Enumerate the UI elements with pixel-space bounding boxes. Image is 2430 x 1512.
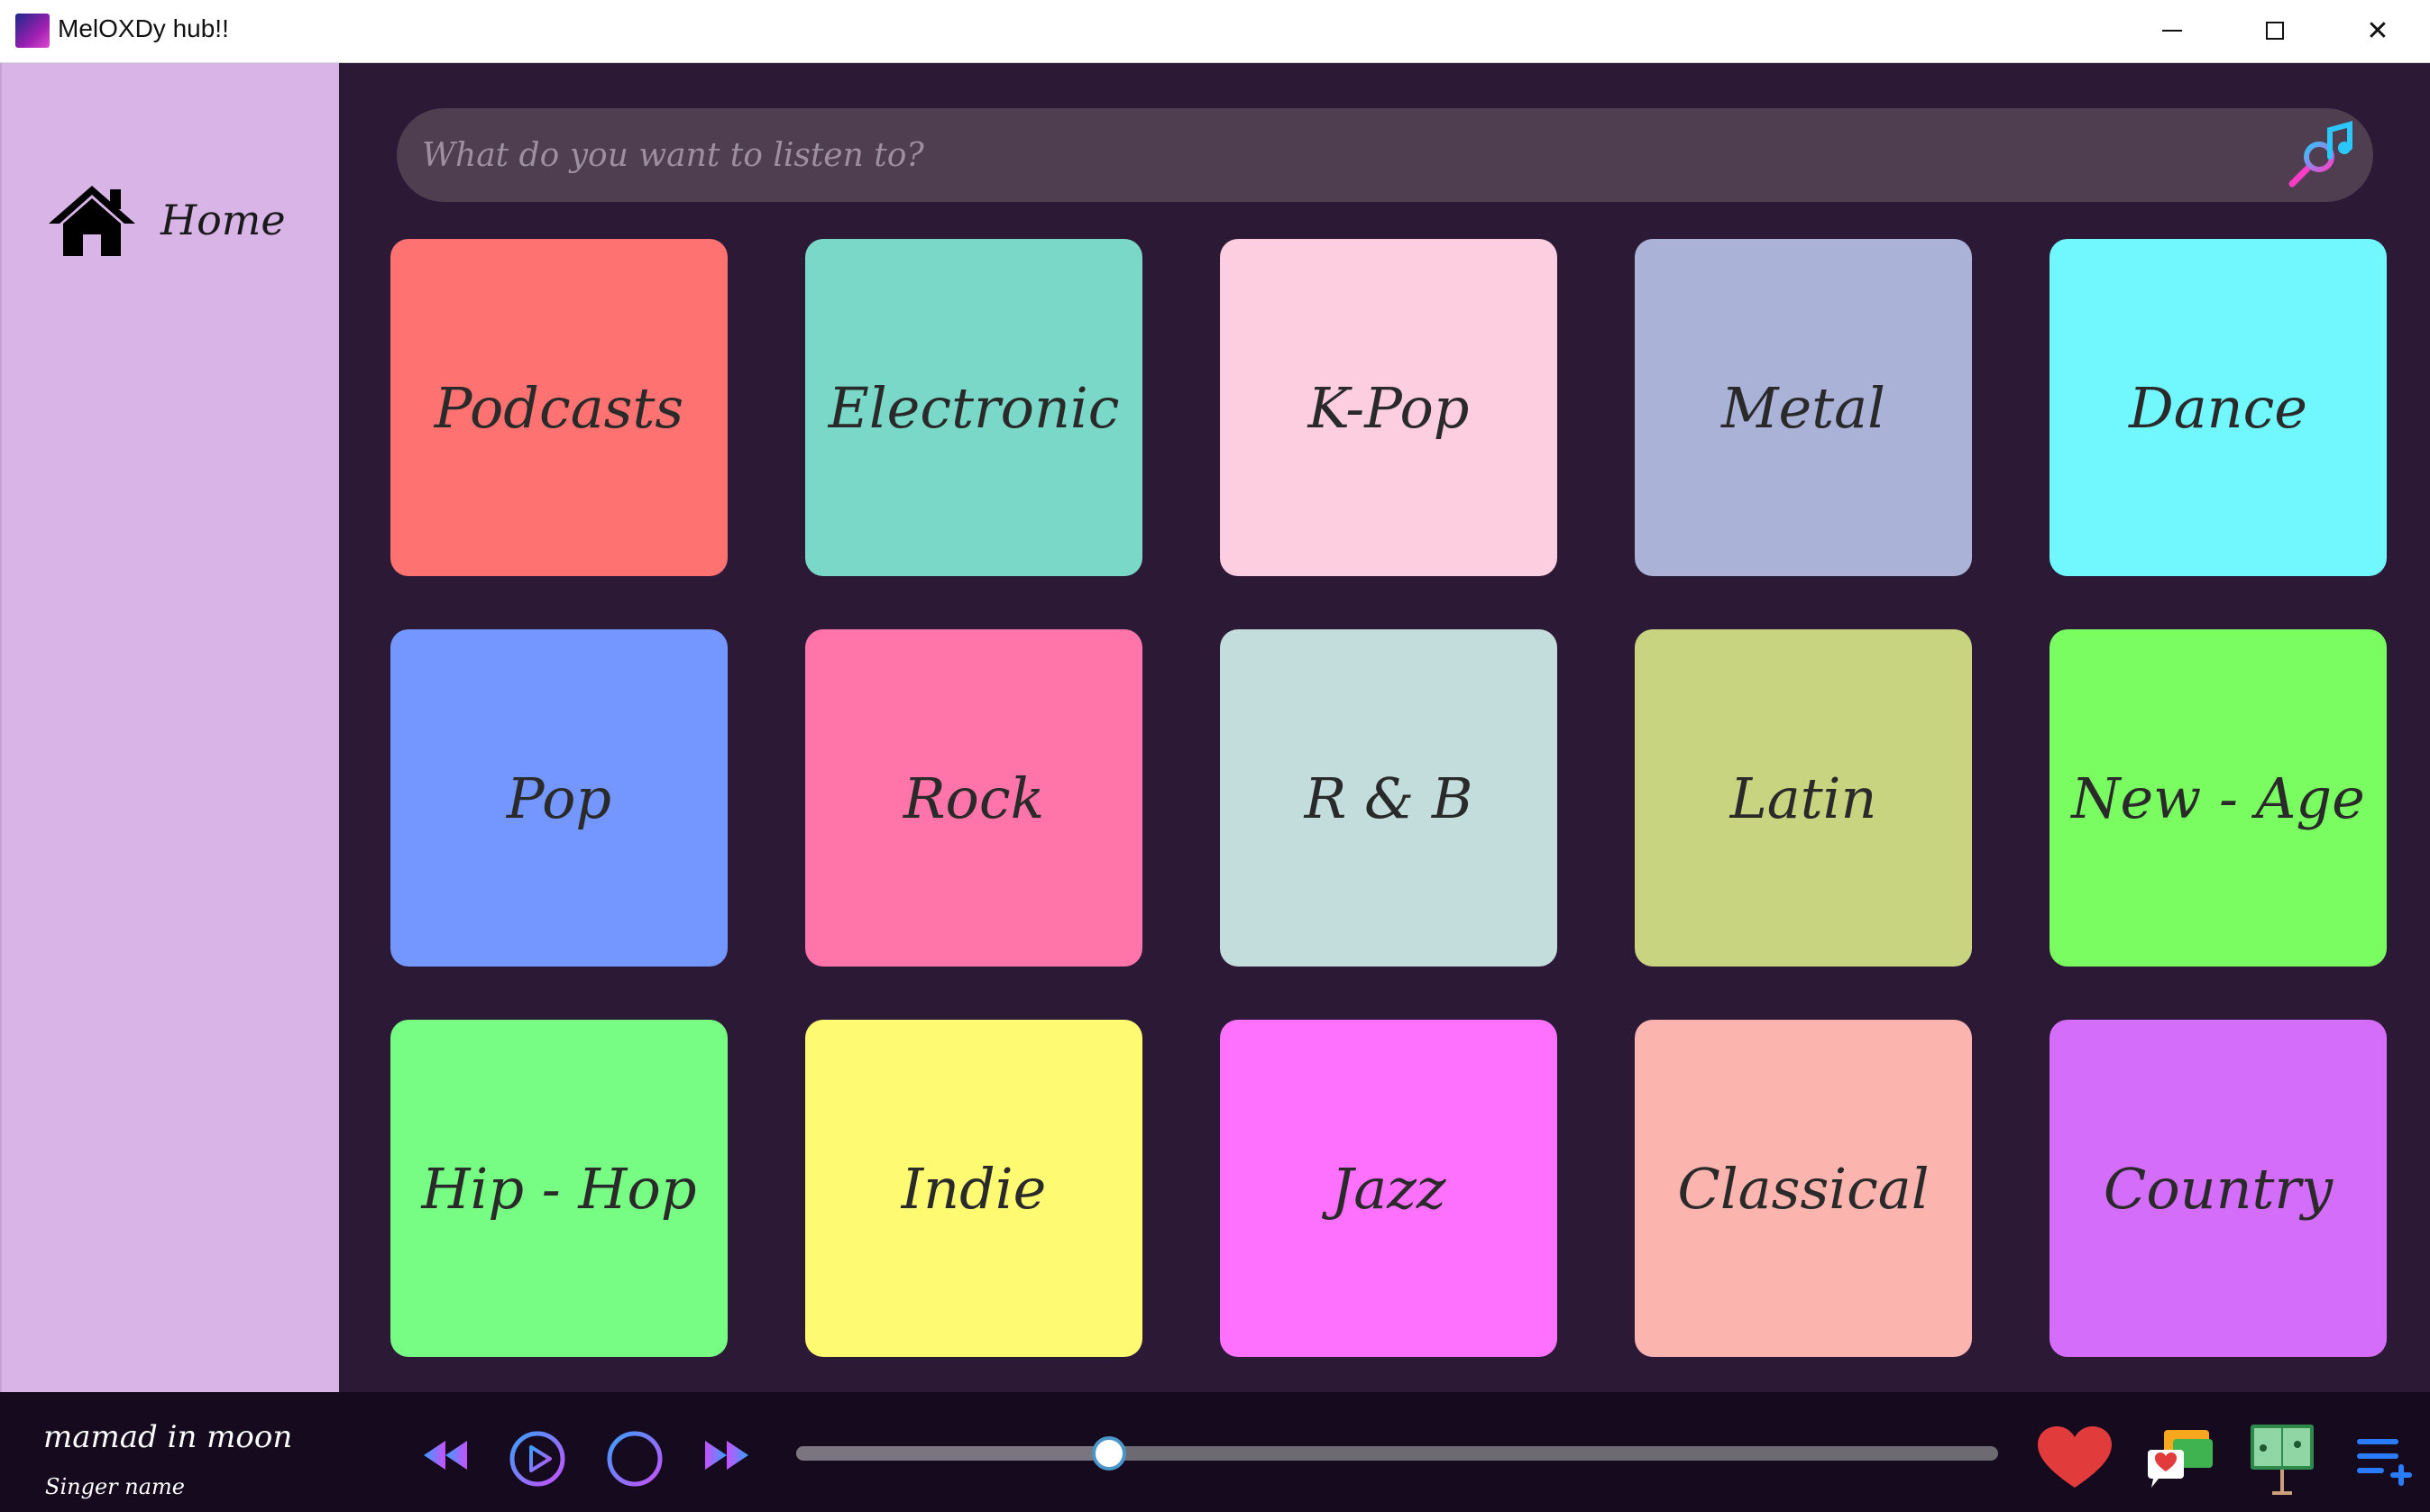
genre-tile[interactable]: Dance [2049,239,2387,576]
progress-thumb[interactable] [1091,1436,1126,1471]
player-bar: mamad in moon Singer name [0,1392,2430,1512]
progress-fill [796,1446,1109,1461]
close-icon: ✕ [2366,14,2389,47]
minimize-icon [2162,30,2182,32]
genre-label: Indie [901,1155,1047,1222]
genre-grid: Podcasts Electronic K-Pop Metal Dance Pop Rock… [390,239,2387,1357]
genre-tile[interactable]: Classical [1635,1020,1972,1357]
genre-tile[interactable]: Hip - Hop [390,1020,728,1357]
like-button[interactable] [2036,1425,2114,1491]
main-content: Podcasts Electronic K-Pop Metal Dance Pop Rock… [339,63,2430,1392]
singer-name: Singer name [45,1474,185,1499]
genre-tile[interactable]: Rock [805,629,1142,967]
maximize-button[interactable] [2224,0,2326,61]
genre-tile[interactable]: Pop [390,629,728,967]
comments-button[interactable] [2146,1426,2215,1489]
fast-forward-icon [705,1441,748,1470]
playlist-add-icon [2357,1439,2412,1486]
lyrics-button[interactable] [2249,1421,2315,1495]
sidebar-item-home[interactable]: Home [45,180,286,260]
pause-icon [607,1431,663,1487]
genre-tile[interactable]: Metal [1635,239,1972,576]
rewind-button[interactable] [420,1437,471,1473]
genre-label: K-Pop [1307,374,1470,441]
sidebar-item-label: Home [160,196,286,244]
genre-label: Latin [1729,765,1877,831]
heart-icon [2038,1426,2112,1488]
maximize-icon [2266,22,2284,40]
genre-label: Pop [506,765,612,831]
genre-label: Dance [2128,374,2308,441]
genre-label: Classical [1677,1155,1930,1222]
minimize-button[interactable] [2121,0,2224,61]
add-to-playlist-button[interactable] [2353,1432,2416,1488]
genre-tile[interactable]: New - Age [2049,629,2387,967]
genre-label: New - Age [2071,765,2365,831]
search-bar [397,108,2373,202]
genre-label: Jazz [1331,1155,1446,1222]
play-icon [509,1431,565,1487]
genre-label: Hip - Hop [421,1155,697,1222]
genre-tile[interactable]: Electronic [805,239,1142,576]
genre-label: Country [2103,1155,2334,1222]
song-title: mamad in moon [43,1419,293,1455]
play-button[interactable] [509,1430,566,1488]
genre-tile[interactable]: Podcasts [390,239,728,576]
progress-slider[interactable] [796,1436,1998,1471]
home-icon [49,186,135,256]
genre-label: Podcasts [434,374,684,441]
genre-tile[interactable]: Country [2049,1020,2387,1357]
genre-tile[interactable]: K-Pop [1220,239,1557,576]
genre-label: Electronic [828,374,1120,441]
genre-tile[interactable]: Jazz [1220,1020,1557,1357]
search-input[interactable] [422,108,2225,202]
sidebar: Home [0,63,339,1392]
chat-icon [2148,1430,2213,1488]
rewind-icon [424,1441,467,1470]
genre-tile[interactable]: Latin [1635,629,1972,967]
genre-label: R & B [1304,765,1473,831]
window-title: MelOXDy hub!! [58,14,229,42]
genre-tile[interactable]: R & B [1220,629,1557,967]
lyrics-book-icon [2251,1425,2314,1495]
app-logo-icon [15,14,50,48]
title-bar: MelOXDy hub!! ✕ [0,0,2430,63]
genre-label: Rock [903,765,1045,831]
genre-tile[interactable]: Indie [805,1020,1142,1357]
fast-forward-button[interactable] [701,1437,752,1473]
genre-label: Metal [1721,374,1885,441]
music-search-icon[interactable] [2285,121,2353,189]
pause-button[interactable] [606,1430,664,1488]
close-button[interactable]: ✕ [2326,0,2429,61]
